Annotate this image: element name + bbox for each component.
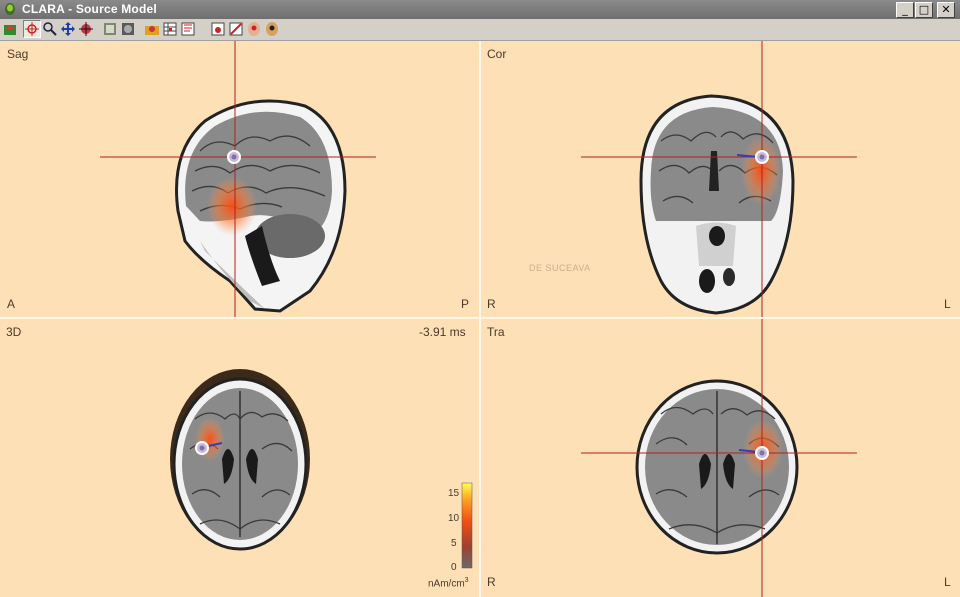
pan-icon[interactable] — [60, 21, 76, 37]
colorbar-tick: 15 — [448, 488, 460, 499]
title-bar: CLARA - Source Model _ □ ✕ — [0, 0, 960, 19]
time-readout: -3.91 ms — [419, 325, 466, 339]
close-button[interactable]: ✕ — [937, 2, 955, 18]
3d-render-image — [170, 369, 473, 569]
marker-icon[interactable] — [210, 21, 226, 37]
watermark-text: DE SUCEAVA — [529, 263, 591, 273]
sagittal-slice-image — [100, 41, 376, 317]
minimize-button[interactable]: _ — [896, 2, 914, 18]
orientation-left-label: R — [487, 575, 496, 589]
head-icon[interactable] — [246, 21, 262, 37]
orientation-right-label: L — [944, 575, 951, 589]
app-logo-icon — [5, 3, 15, 15]
panel-divider-horizontal[interactable] — [0, 317, 960, 319]
view-label: Tra — [487, 325, 505, 339]
toolbar — [0, 19, 960, 41]
slice-icon[interactable] — [102, 21, 118, 37]
load-source-icon[interactable] — [144, 21, 160, 37]
zoom-icon[interactable] — [42, 21, 58, 37]
export-icon[interactable] — [180, 21, 196, 37]
colorbar-tick: 10 — [448, 513, 460, 524]
source-table-icon[interactable] — [162, 21, 178, 37]
coronal-slice-image — [581, 41, 857, 317]
view-label: Cor — [487, 47, 507, 61]
coronal-view[interactable]: DE SUCEAVA Cor R L — [481, 41, 960, 317]
sagittal-view[interactable]: Sag A P — [0, 41, 479, 317]
3d-view[interactable]: 3D -3.91 ms 15 10 5 0 nAm/cm3 — [0, 319, 479, 597]
colorbar-tick: 5 — [451, 538, 457, 549]
volume-icon[interactable] — [120, 21, 136, 37]
maximize-button[interactable]: □ — [915, 2, 933, 18]
settings-icon[interactable] — [264, 21, 280, 37]
view-label: 3D — [6, 325, 22, 339]
orientation-right-label: L — [944, 297, 951, 311]
transverse-slice-image — [581, 319, 857, 597]
view-label: Sag — [7, 47, 29, 61]
transverse-view[interactable]: Tra R L — [481, 319, 960, 597]
panel-divider-vertical[interactable] — [479, 41, 481, 597]
orientation-left-label: R — [487, 297, 496, 311]
orientation-right-label: P — [461, 297, 470, 311]
window-title: CLARA - Source Model — [22, 2, 157, 16]
colorbar-unit: nAm/cm3 — [428, 577, 469, 590]
measure-icon[interactable] — [228, 21, 244, 37]
center-icon[interactable] — [78, 21, 94, 37]
colorbar-tick: 0 — [451, 562, 457, 573]
colorbar — [461, 482, 473, 569]
cursor-icon[interactable] — [23, 20, 41, 38]
orientation-left-label: A — [7, 297, 16, 311]
open-icon[interactable] — [2, 21, 18, 37]
